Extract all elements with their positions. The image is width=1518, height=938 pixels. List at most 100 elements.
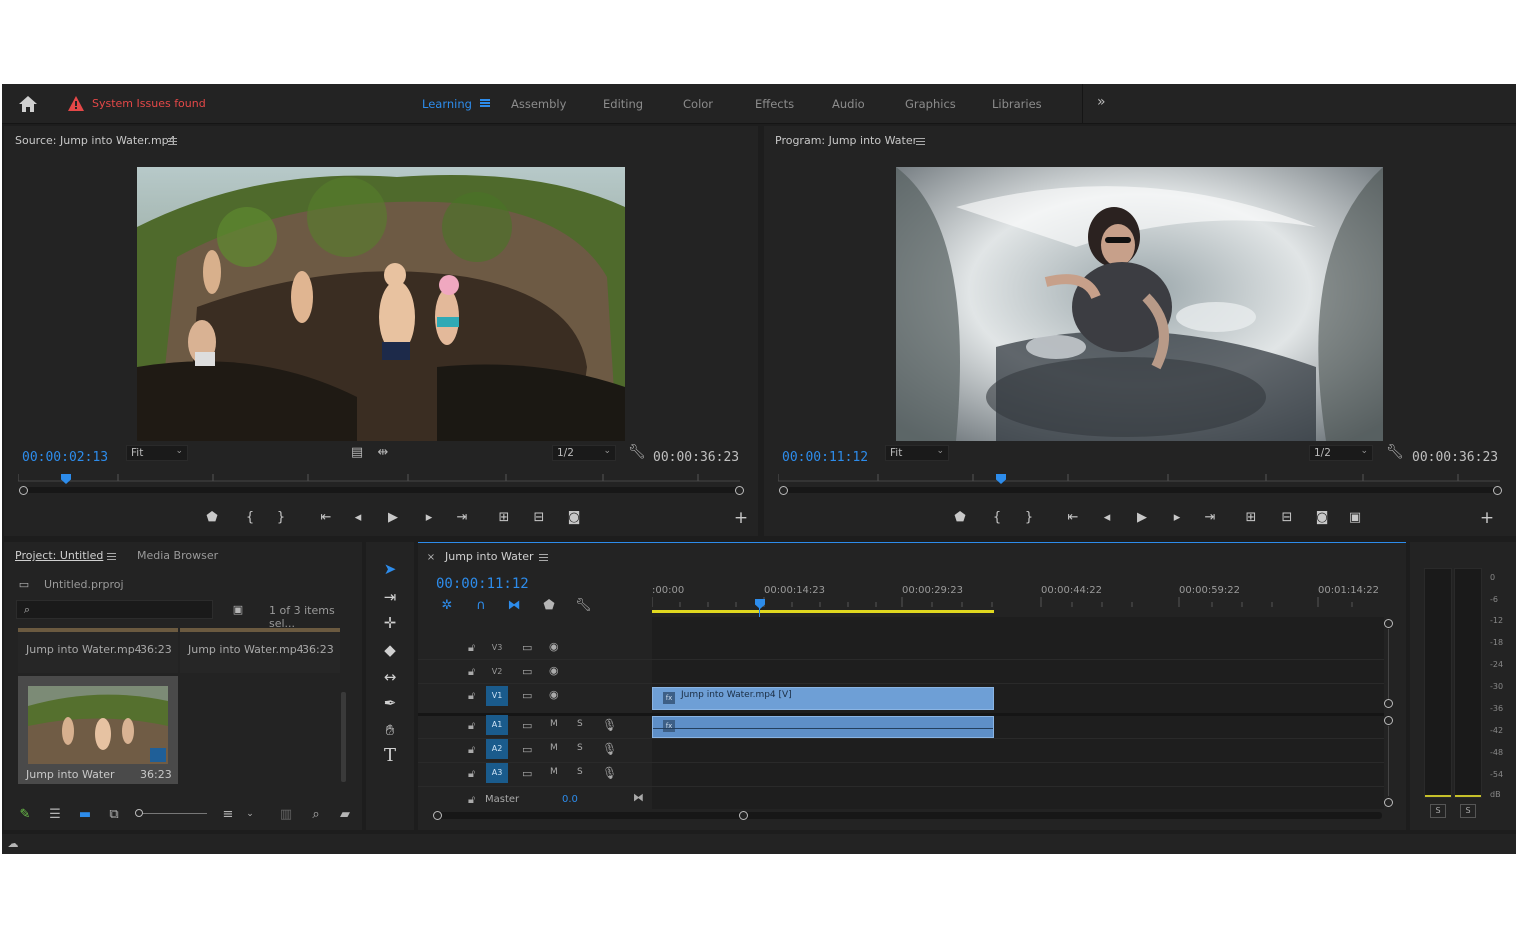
list-view-icon[interactable]: ☰ — [47, 808, 63, 822]
track-select-tool-icon[interactable]: ⇥ — [380, 590, 400, 605]
go-to-out-icon[interactable]: ⇥ — [453, 510, 471, 526]
extract-icon[interactable]: ⊟ — [1278, 510, 1296, 526]
program-title[interactable]: Program: Jump into Water — [775, 134, 917, 147]
new-bin-folder-icon[interactable]: ▰ — [337, 808, 353, 822]
timeline-settings-wrench-icon[interactable]: 🔧︎ — [575, 599, 592, 613]
razor-tool-icon[interactable]: ◆ — [380, 643, 400, 658]
eye-icon[interactable]: ◉ — [549, 688, 559, 701]
source-zoom-scrollbar[interactable] — [22, 487, 740, 493]
zoom-slider[interactable] — [137, 813, 207, 814]
program-video-frame[interactable] — [896, 167, 1383, 441]
project-item[interactable]: Jump into Water.mp4 36:23 — [18, 628, 178, 673]
go-to-in-icon[interactable]: ⇤ — [317, 510, 335, 526]
solo-button[interactable]: S — [577, 719, 583, 729]
play-icon[interactable]: ▶ — [384, 510, 402, 526]
program-zoom-select[interactable]: Fit ⌄ — [885, 445, 949, 461]
drag-video-audio-icon[interactable]: ⇹ — [375, 446, 391, 460]
video-clip[interactable]: fx Jump into Water.mp4 [V] — [652, 687, 994, 710]
solo-left-button[interactable]: S — [1430, 804, 1446, 818]
tab-learning[interactable]: Learning — [422, 97, 472, 111]
scroll-handle-left[interactable] — [779, 486, 788, 495]
wrench-icon[interactable]: 🔧︎ — [1386, 445, 1404, 459]
linked-selection-icon[interactable]: ⧓ — [507, 599, 521, 613]
hand-tool-icon[interactable]: ✋︎ — [380, 723, 400, 738]
source-time-ruler[interactable] — [18, 470, 740, 482]
project-item-selected[interactable]: Jump into Water 36:23 — [18, 676, 178, 784]
panel-menu-icon[interactable] — [168, 138, 177, 145]
automate-to-sequence-icon[interactable]: ▥ — [278, 808, 294, 822]
sync-lock-icon[interactable]: ▭ — [522, 689, 532, 702]
pen-tool-icon[interactable]: ✒ — [380, 696, 400, 711]
master-volume-value[interactable]: 0.0 — [562, 794, 578, 805]
type-tool-icon[interactable]: T — [380, 747, 400, 765]
program-timecode[interactable]: 00:00:11:12 — [782, 450, 868, 465]
tab-assembly[interactable]: Assembly — [511, 97, 566, 111]
mute-button[interactable]: M — [550, 767, 558, 777]
source-zoom-select[interactable]: Fit ⌄ — [126, 445, 188, 461]
work-area-bar[interactable] — [652, 610, 994, 613]
mute-button[interactable]: M — [550, 743, 558, 753]
lock-icon[interactable]: 🔓︎ — [468, 719, 475, 733]
chevron-down-icon[interactable]: ⌄ — [245, 807, 255, 821]
source-playhead[interactable] — [61, 474, 71, 484]
track-label[interactable]: A3 — [486, 763, 508, 783]
mark-out-icon[interactable]: } — [272, 510, 290, 526]
close-tab-icon[interactable]: × — [426, 551, 436, 565]
scroll-handle-left[interactable] — [433, 811, 442, 820]
add-marker-icon[interactable]: ⬟ — [203, 510, 221, 526]
creative-cloud-icon[interactable]: ☁ — [6, 837, 20, 851]
source-timecode[interactable]: 00:00:02:13 — [22, 450, 108, 465]
sequence-tab[interactable]: Jump into Water — [445, 550, 534, 563]
lock-icon[interactable]: 🔓︎ — [468, 793, 475, 807]
mute-button[interactable]: M — [550, 719, 558, 729]
tab-color[interactable]: Color — [683, 97, 713, 111]
new-search-bin-icon[interactable]: ▣ — [231, 603, 245, 617]
find-icon[interactable]: ⌕ — [309, 808, 323, 822]
play-icon[interactable]: ▶ — [1133, 510, 1151, 526]
lock-icon[interactable]: 🔓︎ — [468, 743, 475, 757]
slip-tool-icon[interactable]: ↔ — [380, 670, 400, 685]
overflow-chevron-icon[interactable]: » — [1097, 94, 1106, 110]
freeform-view-icon[interactable]: ⧉ — [105, 808, 123, 822]
system-issues-link[interactable]: System Issues found — [92, 97, 206, 110]
tab-libraries[interactable]: Libraries — [992, 97, 1042, 111]
lock-icon[interactable]: 🔓︎ — [468, 641, 475, 655]
sync-lock-icon[interactable]: ▭ — [522, 767, 532, 780]
ripple-edit-tool-icon[interactable]: ✛ — [380, 616, 400, 631]
button-editor-plus-icon[interactable]: + — [1478, 510, 1496, 527]
sort-icon[interactable]: ≡ — [220, 808, 236, 822]
track-label[interactable]: V1 — [486, 686, 508, 706]
panel-menu-icon[interactable] — [107, 553, 116, 560]
pencil-icon[interactable]: ✎ — [18, 808, 32, 822]
step-back-icon[interactable]: ◂ — [1098, 510, 1116, 526]
tab-project[interactable]: Project: Untitled — [15, 549, 103, 562]
track-label[interactable]: V3 — [486, 638, 508, 658]
video-scroll-handle-bottom[interactable] — [1384, 699, 1393, 708]
add-marker-icon[interactable]: ⬟ — [542, 599, 556, 613]
icon-view-icon[interactable]: ▬ — [78, 808, 92, 822]
wrench-icon[interactable]: 🔧︎ — [628, 445, 646, 459]
tab-audio[interactable]: Audio — [832, 97, 865, 111]
audio-scroll-handle-top[interactable] — [1384, 716, 1393, 725]
tab-media-browser[interactable]: Media Browser — [137, 549, 218, 562]
program-playhead[interactable] — [996, 474, 1006, 484]
solo-button[interactable]: S — [577, 743, 583, 753]
scroll-handle-left[interactable] — [19, 486, 28, 495]
track-label[interactable]: A2 — [486, 739, 508, 759]
project-scrollbar[interactable] — [341, 692, 346, 782]
tab-graphics[interactable]: Graphics — [905, 97, 956, 111]
panel-menu-icon[interactable] — [539, 554, 548, 561]
search-input[interactable]: ⌕ — [16, 600, 213, 619]
step-back-icon[interactable]: ◂ — [349, 510, 367, 526]
insert-overwrite-icon[interactable]: ▤ — [350, 446, 364, 460]
export-frame-icon[interactable]: ◙ — [1313, 510, 1331, 526]
track-label[interactable]: V2 — [486, 662, 508, 682]
microphone-icon[interactable]: 🎙︎ — [602, 718, 617, 732]
lift-icon[interactable]: ⊞ — [1242, 510, 1260, 526]
program-zoom-scrollbar[interactable] — [782, 487, 1498, 493]
eye-icon[interactable]: ◉ — [549, 640, 559, 653]
zoom-slider-handle[interactable] — [135, 809, 143, 817]
button-editor-plus-icon[interactable]: + — [732, 510, 750, 527]
sync-lock-icon[interactable]: ▭ — [522, 743, 532, 756]
video-scroll-handle-top[interactable] — [1384, 619, 1393, 628]
